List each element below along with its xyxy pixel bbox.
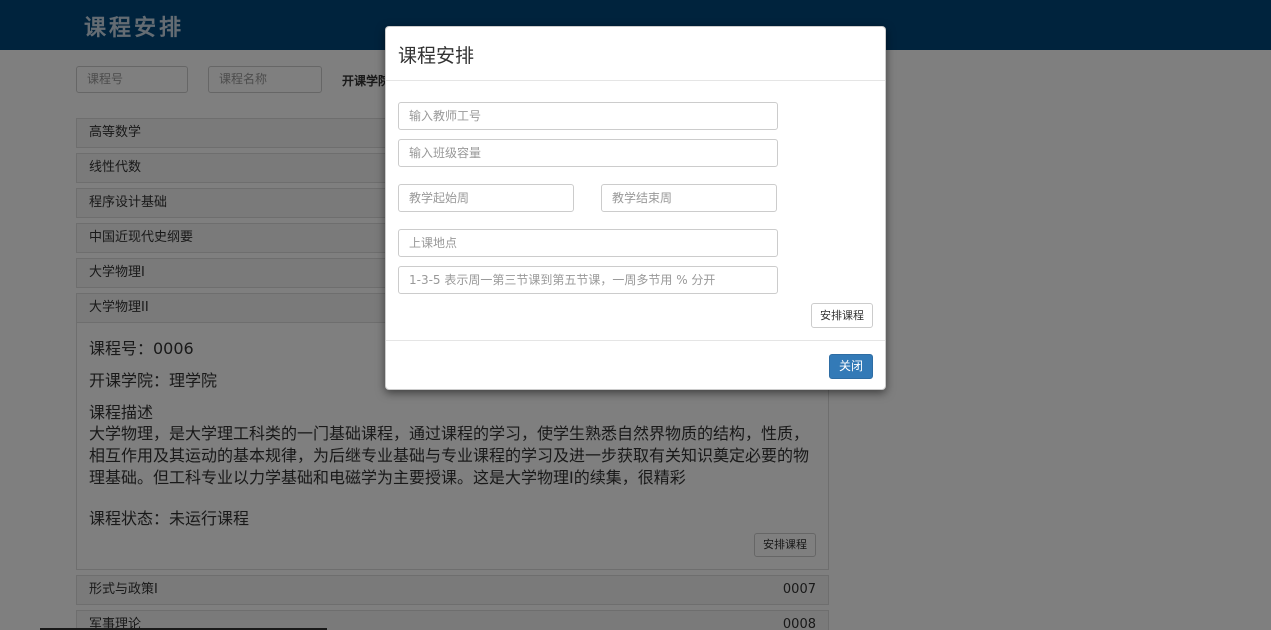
modal-arrange-button[interactable]: 安排课程 — [811, 303, 873, 328]
class-capacity-input[interactable]: 输入班级容量 — [398, 139, 778, 167]
modal-footer: 关闭 — [386, 340, 885, 390]
modal-body: 输入教师工号 输入班级容量 教学起始周 教学结束周 上课地点 1-3-5 表示周… — [386, 81, 885, 340]
modal-header: 课程安排 — [386, 27, 885, 81]
week-start-input[interactable]: 教学起始周 — [398, 184, 574, 212]
location-input[interactable]: 上课地点 — [398, 229, 778, 257]
week-end-input[interactable]: 教学结束周 — [601, 184, 777, 212]
arrange-course-modal: 课程安排 输入教师工号 输入班级容量 教学起始周 教学结束周 上课地点 1-3-… — [385, 26, 886, 390]
schedule-input[interactable]: 1-3-5 表示周一第三节课到第五节课，一周多节用 % 分开 — [398, 266, 778, 294]
close-button[interactable]: 关闭 — [828, 354, 873, 379]
teacher-id-input[interactable]: 输入教师工号 — [398, 102, 778, 130]
modal-title: 课程安排 — [398, 45, 475, 67]
